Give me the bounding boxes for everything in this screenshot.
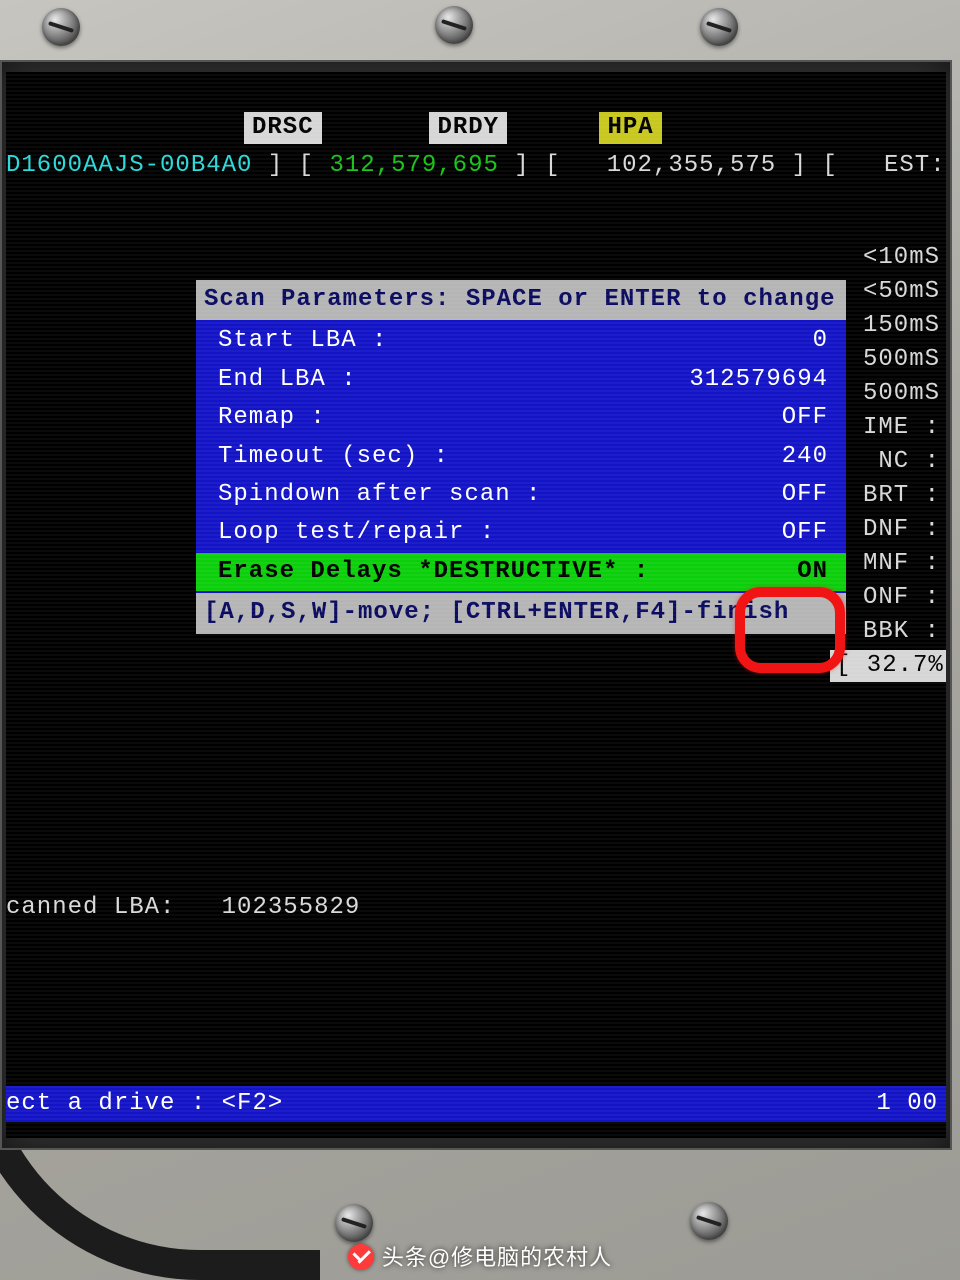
stat-bbk: * BBK : xyxy=(830,616,940,650)
stat-nc: NC : xyxy=(830,446,940,480)
param-end-lba[interactable]: End LBA : 312579694 xyxy=(196,361,846,399)
stat-ime: IME : xyxy=(830,412,940,446)
param-label: Remap : xyxy=(218,402,326,434)
select-drive-hint[interactable]: ect a drive : <F2> xyxy=(6,1088,283,1120)
param-value: ON xyxy=(797,556,828,588)
photo-background: DRSC DRDY HPA D1600AAJS-00B4A0 ] [ 312,5… xyxy=(0,0,960,1280)
param-remap[interactable]: Remap : OFF xyxy=(196,399,846,437)
bottom-bar: ect a drive : <F2> 1 00 xyxy=(6,1086,946,1122)
stat-500a: 500mS xyxy=(830,344,940,378)
flag-drdy: DRDY xyxy=(429,112,507,144)
stat-onf: ONF : xyxy=(830,582,940,616)
param-erase-delays[interactable]: Erase Delays *DESTRUCTIVE* : ON xyxy=(196,553,846,591)
done-lba: 102,355,575 xyxy=(607,152,776,179)
screw-icon xyxy=(700,8,738,46)
param-label: Erase Delays *DESTRUCTIVE* : xyxy=(218,556,649,588)
watermark: 头条@修电脑的农村人 xyxy=(0,1240,960,1272)
stat-mnf: MNF : xyxy=(830,548,940,582)
param-value: 240 xyxy=(782,441,828,473)
param-label: Spindown after scan : xyxy=(218,479,541,511)
scan-progress-line: canned LBA: 102355829 xyxy=(6,892,360,924)
scanned-value: 102355829 xyxy=(222,894,361,921)
flag-drsc: DRSC xyxy=(244,112,322,144)
stat-lt10: <10mS xyxy=(830,242,940,276)
stat-badpct: [ 32.7% ] xyxy=(830,650,946,682)
param-value: OFF xyxy=(782,402,828,434)
param-timeout[interactable]: Timeout (sec) : 240 xyxy=(196,438,846,476)
param-label: Loop test/repair : xyxy=(218,517,495,549)
screw-icon xyxy=(435,6,473,44)
dialog-footer-hint: [A,D,S,W]-move; [CTRL+ENTER,F4]-finish xyxy=(196,593,846,633)
est-label: EST: xyxy=(884,152,946,179)
stat-lt50: <50mS xyxy=(830,276,940,310)
screw-icon xyxy=(42,8,80,46)
status-header: DRSC DRDY HPA D1600AAJS-00B4A0 ] [ 312,5… xyxy=(6,112,946,183)
total-lba: 312,579,695 xyxy=(329,152,498,179)
scanned-label: canned LBA: xyxy=(6,894,175,921)
scan-parameters-dialog: Scan Parameters: SPACE or ENTER to chang… xyxy=(196,280,846,634)
screw-icon xyxy=(335,1204,373,1242)
param-label: Start LBA : xyxy=(218,325,387,357)
param-value: 0 xyxy=(813,325,828,357)
param-loop-test[interactable]: Loop test/repair : OFF xyxy=(196,514,846,552)
param-value: 312579694 xyxy=(689,364,828,396)
param-value: OFF xyxy=(782,479,828,511)
watermark-text: 头条@修电脑的农村人 xyxy=(382,1245,612,1270)
bottom-right-value: 1 00 xyxy=(876,1088,938,1120)
param-label: Timeout (sec) : xyxy=(218,441,449,473)
flag-hpa: HPA xyxy=(599,112,661,144)
monitor-bezel: DRSC DRDY HPA D1600AAJS-00B4A0 ] [ 312,5… xyxy=(0,60,952,1150)
toutiao-logo-icon xyxy=(348,1244,374,1270)
screw-icon xyxy=(690,1202,728,1240)
terminal-screen: DRSC DRDY HPA D1600AAJS-00B4A0 ] [ 312,5… xyxy=(6,72,946,1138)
timing-stats: <10mS <50mS 150mS 500mS 500mS IME : NC :… xyxy=(830,242,940,684)
stat-dnf: DNF : xyxy=(830,514,940,548)
stat-150: 150mS xyxy=(830,310,940,344)
stat-brt: BRT : xyxy=(830,480,940,514)
param-spindown[interactable]: Spindown after scan : OFF xyxy=(196,476,846,514)
dialog-title: Scan Parameters: SPACE or ENTER to chang… xyxy=(196,280,846,320)
param-label: End LBA : xyxy=(218,364,357,396)
param-value: OFF xyxy=(782,517,828,549)
drive-model: D1600AAJS-00B4A0 xyxy=(6,152,252,179)
param-start-lba[interactable]: Start LBA : 0 xyxy=(196,322,846,360)
stat-500b: 500mS xyxy=(830,378,940,412)
